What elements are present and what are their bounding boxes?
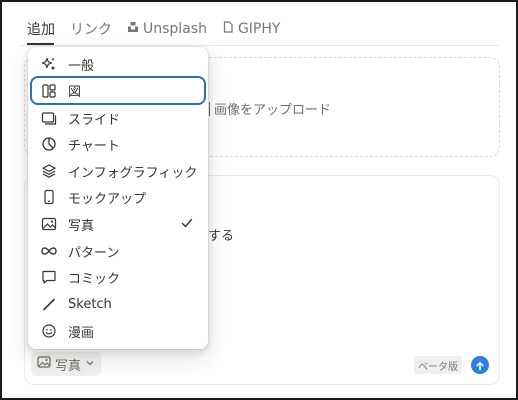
menu-item-label: パターン <box>68 245 120 261</box>
menu-item-label: チャート <box>68 138 120 154</box>
tab-link[interactable]: リンク <box>70 19 112 39</box>
smiley-icon <box>38 320 60 342</box>
menu-item-infographic[interactable]: インフォグラフィック <box>32 158 204 184</box>
menu-item-general[interactable]: 一般 <box>32 51 204 77</box>
tab-label: リンク <box>70 22 112 38</box>
menu-item-label: 写真 <box>68 218 95 234</box>
menu-item-diagram[interactable]: 図 <box>30 76 206 105</box>
style-select-label: 写真 <box>55 358 82 374</box>
style-select-button[interactable]: 写真 <box>31 352 102 376</box>
style-dropdown-menu: 一般 図 スライド チャート インフォグラフィック モックアップ 写真 パターン… <box>28 47 208 349</box>
menu-item-label: 図 <box>68 85 82 100</box>
tab-label: Unsplash <box>143 21 207 37</box>
menu-item-slides[interactable]: スライド <box>32 105 204 131</box>
infinity-icon <box>38 240 60 262</box>
image-icon <box>37 355 51 373</box>
pencil-icon <box>38 293 60 315</box>
document-icon <box>222 21 234 37</box>
pie-chart-icon <box>38 133 60 155</box>
menu-item-label: モックアップ <box>68 191 147 207</box>
menu-item-pattern[interactable]: パターン <box>32 238 204 264</box>
tab-label: GIPHY <box>237 21 281 37</box>
upload-label: 画像をアップロード <box>214 103 332 118</box>
menu-item-label: 漫画 <box>68 325 95 341</box>
layers-icon <box>38 160 60 182</box>
menu-item-label: コミック <box>68 271 121 287</box>
tab-giphy[interactable]: GIPHY <box>222 19 281 39</box>
tab-label: 追加 <box>27 22 55 38</box>
speech-bubble-icon <box>38 266 60 288</box>
chevron-down-icon <box>85 357 95 372</box>
menu-item-photo[interactable]: 写真 <box>32 211 204 237</box>
tabs-divider <box>20 45 498 46</box>
menu-item-sketch[interactable]: Sketch <box>32 291 204 317</box>
sparkles-icon <box>38 53 60 75</box>
tab-add[interactable]: 追加 <box>27 19 55 39</box>
checkmark-icon <box>180 216 194 230</box>
slides-icon <box>38 107 60 129</box>
send-button[interactable] <box>471 356 489 374</box>
tab-bar: 追加 リンク Unsplash GIPHY <box>27 19 295 39</box>
menu-item-chart[interactable]: チャート <box>32 131 204 157</box>
unsplash-icon <box>127 21 139 37</box>
upload-label-row[interactable]: 画像をアップロード <box>204 99 331 118</box>
tab-unsplash[interactable]: Unsplash <box>127 19 207 39</box>
image-icon <box>38 213 60 235</box>
phone-icon <box>38 186 60 208</box>
prompt-text[interactable]: する <box>208 225 234 244</box>
layout-icon <box>38 80 60 102</box>
beta-badge: ベータ版 <box>414 356 462 374</box>
arrow-up-icon <box>475 356 485 375</box>
menu-item-label: 一般 <box>68 58 95 74</box>
menu-item-mockup[interactable]: モックアップ <box>32 184 204 210</box>
menu-item-comic[interactable]: コミック <box>32 264 204 290</box>
menu-item-manga[interactable]: 漫画 <box>32 318 204 344</box>
menu-item-label: スライド <box>68 112 121 128</box>
menu-item-label: Sketch <box>68 296 112 312</box>
menu-item-label: インフォグラフィック <box>68 165 198 181</box>
